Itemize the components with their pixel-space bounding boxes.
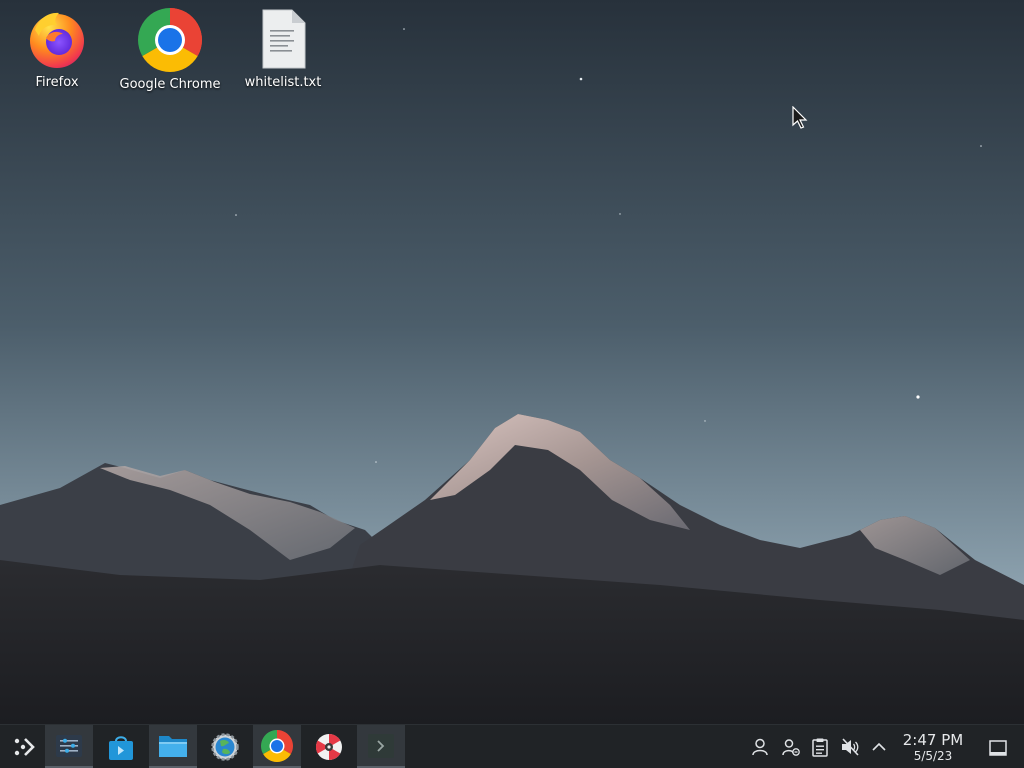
clock-date: 5/5/23 — [913, 749, 953, 763]
desktop-icon-label: whitelist.txt — [244, 75, 322, 90]
mouse-cursor-icon — [792, 106, 808, 129]
desktop-icon-label: Google Chrome — [119, 77, 221, 92]
chrome-icon — [138, 8, 202, 72]
clock-time: 2:47 PM — [902, 731, 964, 749]
desktop-icon-label: Firefox — [35, 75, 79, 90]
terminal-icon — [368, 733, 394, 758]
application-launcher-button[interactable] — [0, 725, 48, 768]
task-discover-store[interactable] — [97, 725, 145, 768]
task-disk-utility[interactable] — [305, 725, 353, 768]
firefox-icon — [30, 12, 84, 68]
task-chrome[interactable] — [253, 725, 301, 768]
text-file-icon — [262, 9, 306, 69]
task-file-manager[interactable] — [149, 725, 197, 768]
network-settings-icon — [211, 732, 239, 761]
taskbar: 2:47 PM 5/5/23 — [0, 724, 1024, 768]
disk-utility-icon — [315, 733, 342, 760]
task-system-settings[interactable] — [45, 725, 93, 768]
digital-clock[interactable]: 2:47 PM 5/5/23 — [895, 731, 971, 763]
desktop-icon-whitelist-txt[interactable]: whitelist.txt — [231, 8, 335, 91]
chevron-up-icon[interactable] — [869, 737, 889, 757]
desktop-icon-google-chrome[interactable]: Google Chrome — [118, 8, 222, 93]
show-desktop-icon[interactable] — [988, 738, 1008, 758]
file-manager-icon — [159, 735, 187, 757]
task-terminal[interactable] — [357, 725, 405, 768]
desktop[interactable]: Firefox Google Chrome whitelist.txt — [0, 0, 1024, 724]
application-launcher-icon — [14, 737, 35, 756]
user-icon[interactable] — [750, 737, 770, 757]
desktop-icon-firefox[interactable]: Firefox — [5, 8, 109, 91]
discover-store-icon — [109, 735, 133, 760]
chrome-icon — [261, 729, 293, 762]
user-switch-icon[interactable] — [781, 737, 801, 757]
system-settings-icon — [56, 734, 82, 757]
wallpaper-image — [0, 0, 1024, 724]
task-network-settings[interactable] — [201, 725, 249, 768]
volume-muted-icon[interactable] — [840, 737, 860, 757]
clipboard-icon[interactable] — [810, 737, 830, 757]
